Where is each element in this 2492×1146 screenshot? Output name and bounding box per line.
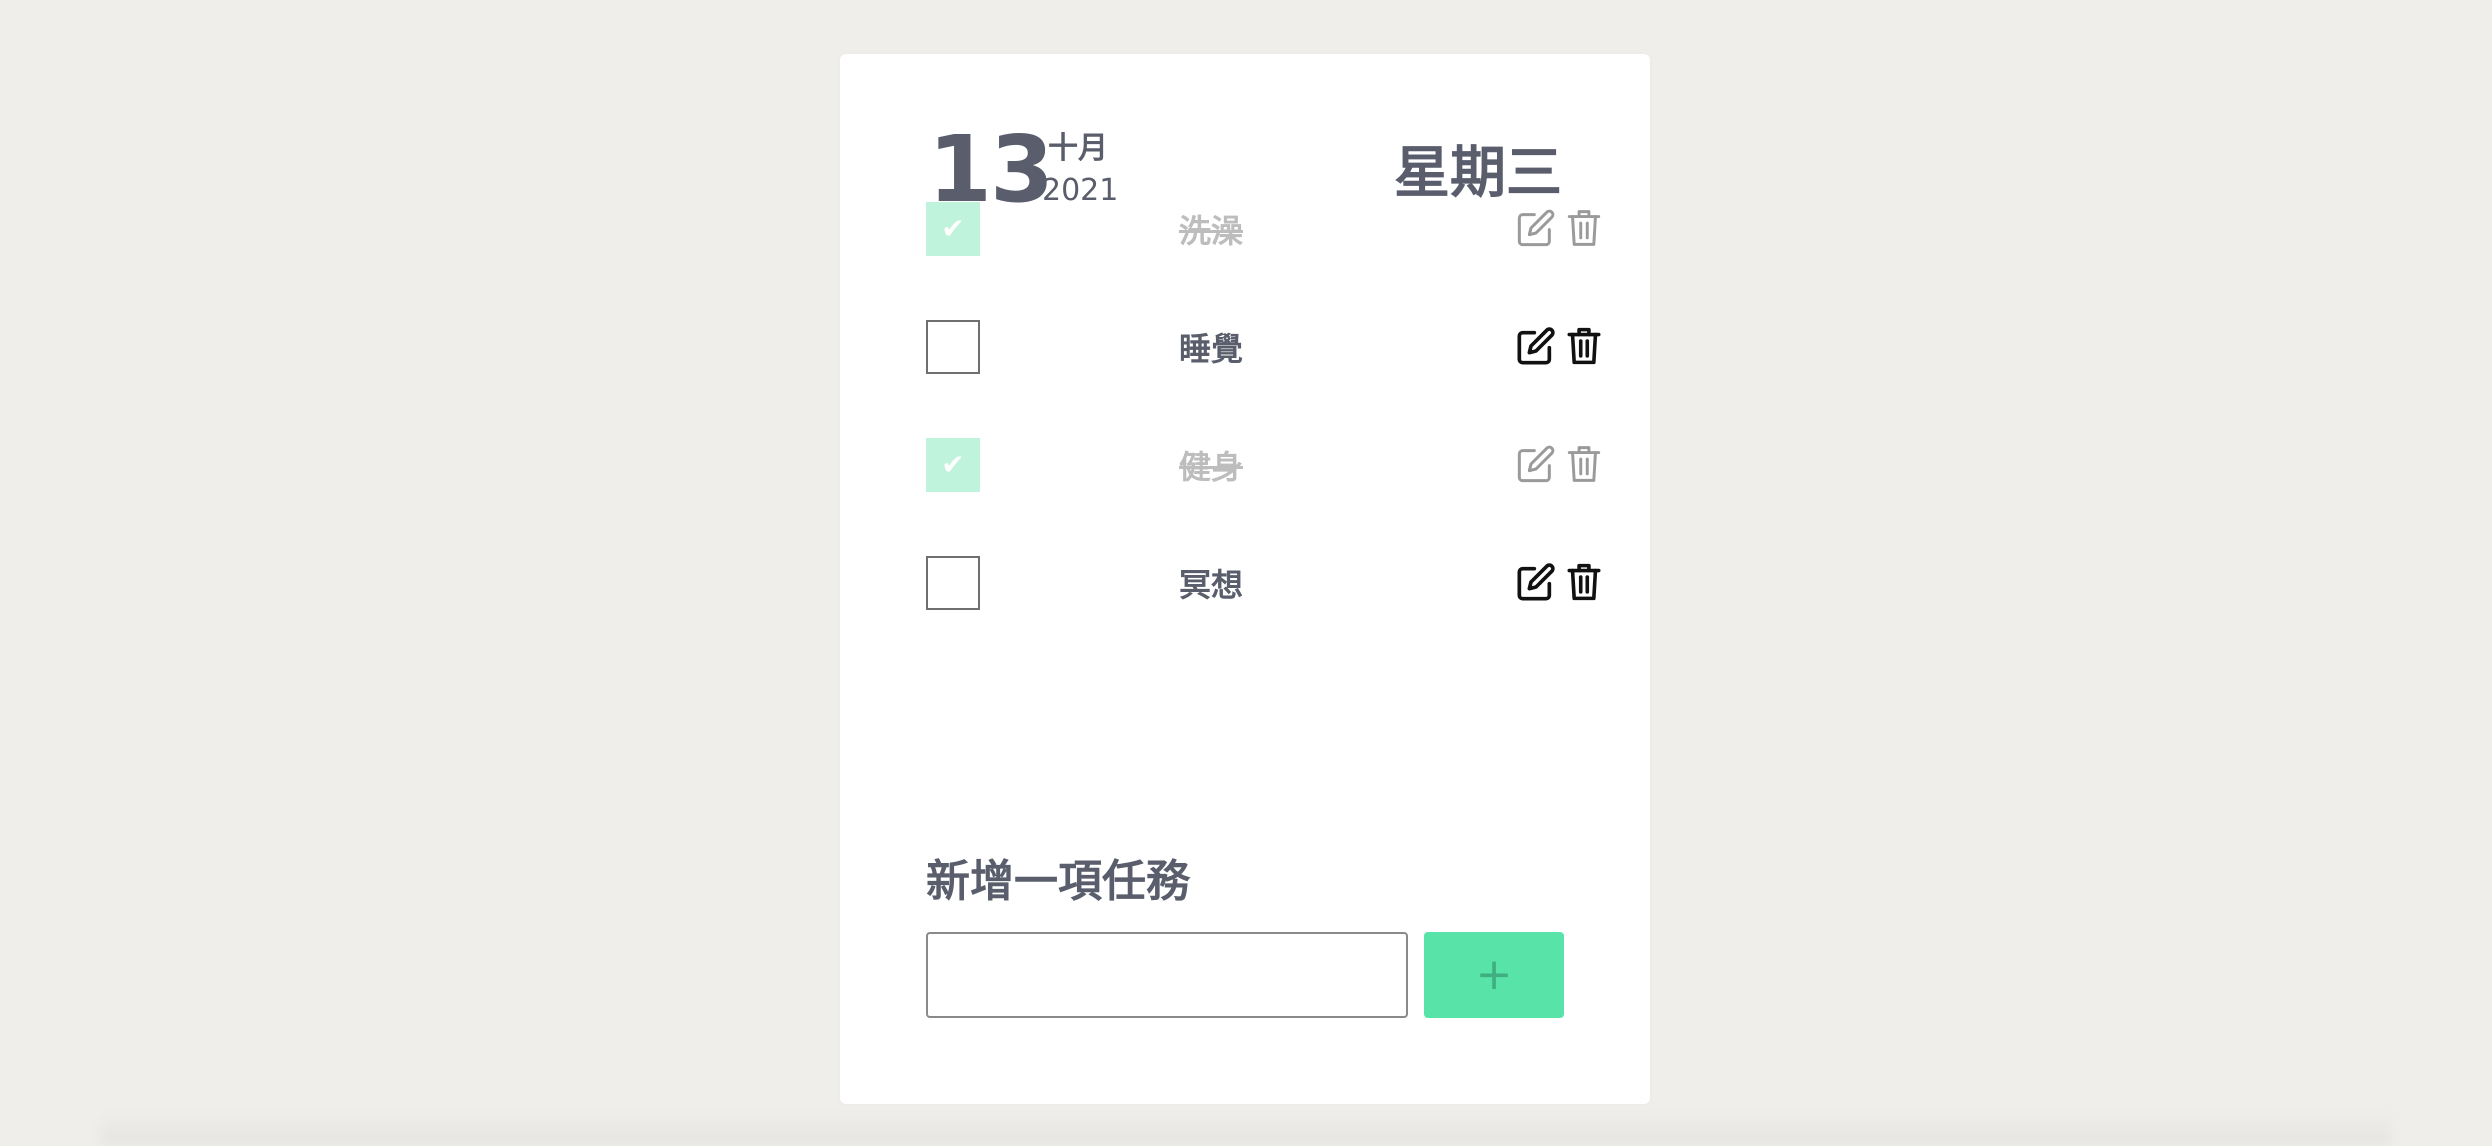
task-label: 冥想 — [1178, 566, 1243, 604]
add-task-button[interactable]: + — [1424, 932, 1564, 1018]
task-label: 健身 — [1178, 448, 1243, 486]
page-shadow — [100, 1110, 2392, 1146]
task-checkbox[interactable]: ✔ — [926, 320, 980, 374]
new-task-input[interactable] — [926, 932, 1408, 1018]
task-item: ✔ 健身 — [926, 438, 1601, 496]
task-label: 睡覺 — [1178, 330, 1243, 368]
date-month: 十月 — [1048, 131, 1108, 166]
edit-icon[interactable] — [1516, 208, 1556, 248]
edit-icon[interactable] — [1516, 562, 1556, 602]
todo-card: 13 十月 2021 星期三 ✔ 洗澡 ✔ 睡覺 — [840, 54, 1650, 1104]
edit-icon[interactable] — [1516, 444, 1556, 484]
trash-icon[interactable] — [1566, 562, 1602, 602]
task-checkbox[interactable]: ✔ — [926, 438, 980, 492]
weekday: 星期三 — [1394, 141, 1562, 206]
trash-icon[interactable] — [1566, 208, 1602, 248]
check-icon: ✔ — [941, 448, 965, 481]
task-checkbox[interactable]: ✔ — [926, 556, 980, 610]
trash-icon[interactable] — [1566, 444, 1602, 484]
task-item: ✔ 洗澡 — [926, 202, 1601, 260]
task-checkbox[interactable]: ✔ — [926, 202, 980, 256]
check-icon: ✔ — [941, 212, 965, 245]
task-item: ✔ 睡覺 — [926, 320, 1601, 378]
add-task-title: 新增一項任務 — [926, 856, 1190, 907]
task-item: ✔ 冥想 — [926, 556, 1601, 614]
trash-icon[interactable] — [1566, 326, 1602, 366]
edit-icon[interactable] — [1516, 326, 1556, 366]
task-label: 洗澡 — [1178, 212, 1243, 250]
